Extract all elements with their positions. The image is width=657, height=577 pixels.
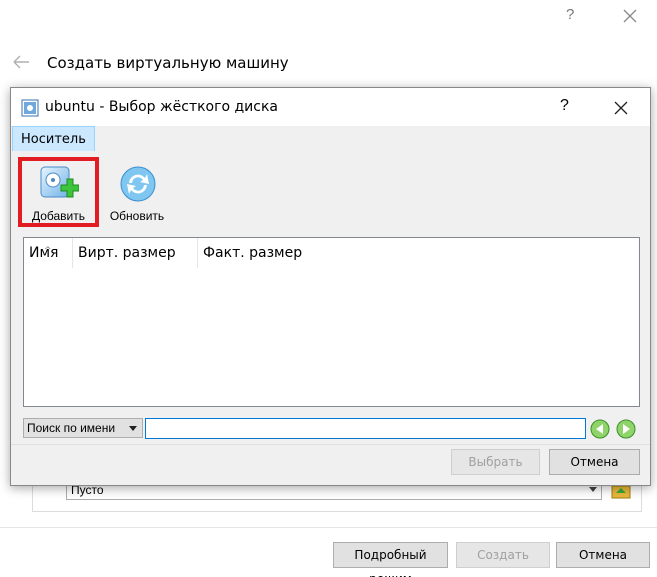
sort-ascending-icon: ^: [44, 246, 52, 256]
column-virtual-size[interactable]: Вирт. размер: [73, 238, 198, 268]
search-input[interactable]: [145, 418, 586, 439]
search-row: Поиск по имени: [23, 418, 640, 440]
search-mode-value: Поиск по имени: [27, 421, 116, 435]
wizard-title: Создать виртуальную машину: [47, 54, 289, 72]
add-disk-button[interactable]: Добавить: [18, 157, 99, 227]
chevron-down-icon: [129, 426, 137, 431]
menu-media[interactable]: Носитель: [12, 126, 95, 152]
expert-mode-button[interactable]: Подробный режим: [333, 542, 448, 577]
column-actual-size[interactable]: Факт. размер: [198, 238, 318, 268]
refresh-icon: [120, 166, 156, 202]
dialog-close-icon[interactable]: [611, 98, 631, 118]
dialog-menubar: Носитель: [11, 126, 650, 152]
column-name[interactable]: ^ Имя: [24, 238, 73, 268]
dialog-cancel-button[interactable]: Отмена: [549, 449, 640, 475]
hard-disk-selector-dialog: ubuntu - Выбор жёсткого диска ? Носитель…: [10, 87, 651, 486]
outer-help-button[interactable]: ?: [566, 6, 580, 26]
dialog-toolbar: Добавить Обновить: [11, 151, 650, 235]
refresh-label: Обновить: [109, 209, 165, 223]
add-disk-label: Добавить: [31, 209, 86, 223]
outer-cancel-button[interactable]: Отмена: [556, 542, 650, 568]
outer-close-icon[interactable]: [620, 6, 640, 26]
dialog-titlebar: ubuntu - Выбор жёсткого диска ?: [11, 88, 650, 126]
choose-button[interactable]: Выбрать: [451, 449, 540, 475]
refresh-button[interactable]: Обновить: [105, 157, 169, 227]
back-arrow-icon[interactable]: [12, 54, 30, 70]
search-mode-select[interactable]: Поиск по имени: [23, 418, 143, 438]
virtualbox-disk-icon: [21, 99, 39, 117]
search-previous-icon[interactable]: [589, 418, 611, 440]
disk-list-header: ^ Имя Вирт. размер Факт. размер: [24, 238, 639, 268]
dialog-divider: [11, 444, 650, 445]
create-button[interactable]: Создать: [456, 542, 550, 568]
chevron-down-icon: [589, 487, 597, 492]
disk-list[interactable]: ^ Имя Вирт. размер Факт. размер: [23, 237, 640, 407]
footer-divider: [0, 527, 657, 528]
search-next-icon[interactable]: [615, 418, 637, 440]
add-disk-icon: [40, 166, 79, 198]
dialog-title: ubuntu - Выбор жёсткого диска: [45, 99, 278, 115]
dialog-help-button[interactable]: ?: [560, 97, 569, 115]
